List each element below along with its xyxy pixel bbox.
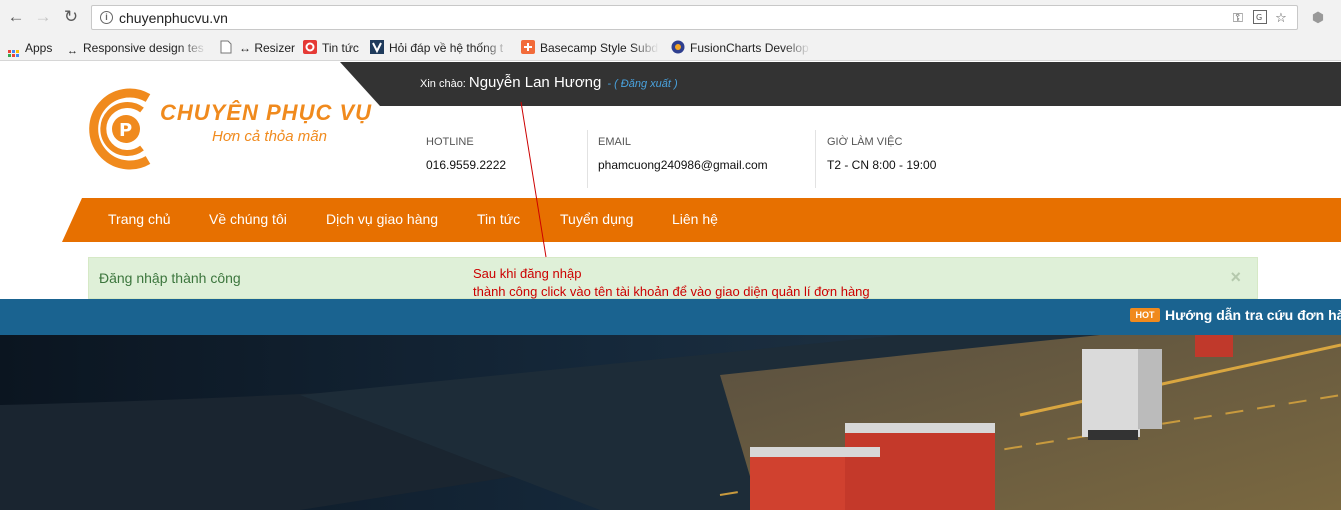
main-nav: Trang chủ Về chúng tôi Dịch vụ giao hàng… xyxy=(62,198,1341,242)
bookmark-basecamp[interactable]: Basecamp Style Subd xyxy=(521,39,659,57)
svg-text:P: P xyxy=(119,120,132,141)
logout-link[interactable]: - ( Đăng xuất ) xyxy=(607,78,677,90)
key-icon[interactable]: ⚿ xyxy=(1230,10,1246,26)
nav-lien-he[interactable]: Liên hệ xyxy=(672,211,718,227)
v-logo-icon xyxy=(370,40,384,54)
basecamp-icon xyxy=(521,40,535,54)
alert-message: Đăng nhập thành công xyxy=(99,270,241,286)
site-logo[interactable]: P CHUYÊN PHỤC VỤ Hơn cả thỏa mãn xyxy=(86,84,371,182)
fusioncharts-icon xyxy=(671,40,685,54)
info-icon[interactable]: i xyxy=(100,11,113,24)
nav-trang-chu[interactable]: Trang chủ xyxy=(108,211,171,227)
greeting-label: Xin chào: xyxy=(420,78,466,90)
account-name-link[interactable]: Nguyễn Lan Hương xyxy=(469,74,601,91)
bookmark-fusioncharts[interactable]: FusionCharts Develop xyxy=(671,39,811,57)
svg-text:G: G xyxy=(1256,13,1262,22)
bookmarks-bar: Apps ↔ Responsive design tes ↔ Resizer Ti… xyxy=(0,35,1341,61)
contact-divider xyxy=(587,130,588,188)
bookmark-apps[interactable]: Apps xyxy=(8,39,52,57)
arrows-icon: ↔ xyxy=(67,45,78,57)
browser-toolbar: ← → ↻ i chuyenphucvu.vn ⚿ G ☆ ⬢ xyxy=(0,0,1341,35)
bookmark-hoi-dap[interactable]: Hỏi đáp về hệ thống t xyxy=(370,39,510,57)
reload-icon[interactable]: ↻ xyxy=(62,8,80,26)
nav-tuyen-dung[interactable]: Tuyển dụng xyxy=(560,211,633,227)
url-text[interactable]: chuyenphucvu.vn xyxy=(119,10,228,26)
hot-badge: HOT xyxy=(1130,308,1160,322)
hero-banner-image xyxy=(0,335,1341,510)
apps-grid-icon xyxy=(8,50,19,57)
forward-arrow-icon[interactable]: → xyxy=(34,8,52,26)
logo-slogan: Hơn cả thỏa mãn xyxy=(212,128,327,145)
contact-divider xyxy=(815,130,816,188)
address-bar[interactable]: i chuyenphucvu.vn ⚿ G ☆ xyxy=(91,5,1298,30)
nav-tin-tuc[interactable]: Tin tức xyxy=(477,211,520,227)
website-page: Xin chào: Nguyễn Lan Hương - ( Đăng xuất )… xyxy=(0,62,1341,510)
nav-dich-vu-giao-hang[interactable]: Dịch vụ giao hàng xyxy=(326,211,438,227)
bookmark-star-icon[interactable]: ☆ xyxy=(1273,10,1289,26)
bookmark-resizer[interactable]: ↔ Resizer xyxy=(220,39,295,57)
close-icon[interactable]: × xyxy=(1230,267,1241,288)
bookmark-tin-tuc[interactable]: Tin tức xyxy=(303,39,359,57)
back-arrow-icon[interactable]: ← xyxy=(7,8,25,26)
nav-ve-chung-toi[interactable]: Về chúng tôi xyxy=(209,211,287,227)
news-ticker-bar: HOT Hướng dẫn tra cứu đơn hà xyxy=(0,299,1341,335)
translate-icon[interactable]: G xyxy=(1252,10,1268,26)
logo-mark-icon: P xyxy=(89,88,151,170)
logo-title: CHUYÊN PHỤC VỤ xyxy=(160,100,373,125)
extension-icon[interactable]: ⬢ xyxy=(1309,8,1327,26)
page-icon xyxy=(220,40,234,54)
q-logo-icon xyxy=(303,40,317,54)
ticker-link[interactable]: Hướng dẫn tra cứu đơn hà xyxy=(1165,307,1341,323)
annotation-note: Sau khi đăng nhập thành công click vào t… xyxy=(473,266,870,299)
bookmark-responsive-design[interactable]: ↔ Responsive design tes xyxy=(67,39,207,57)
user-greeting: Xin chào: Nguyễn Lan Hương - ( Đăng xuất ) xyxy=(420,74,678,92)
